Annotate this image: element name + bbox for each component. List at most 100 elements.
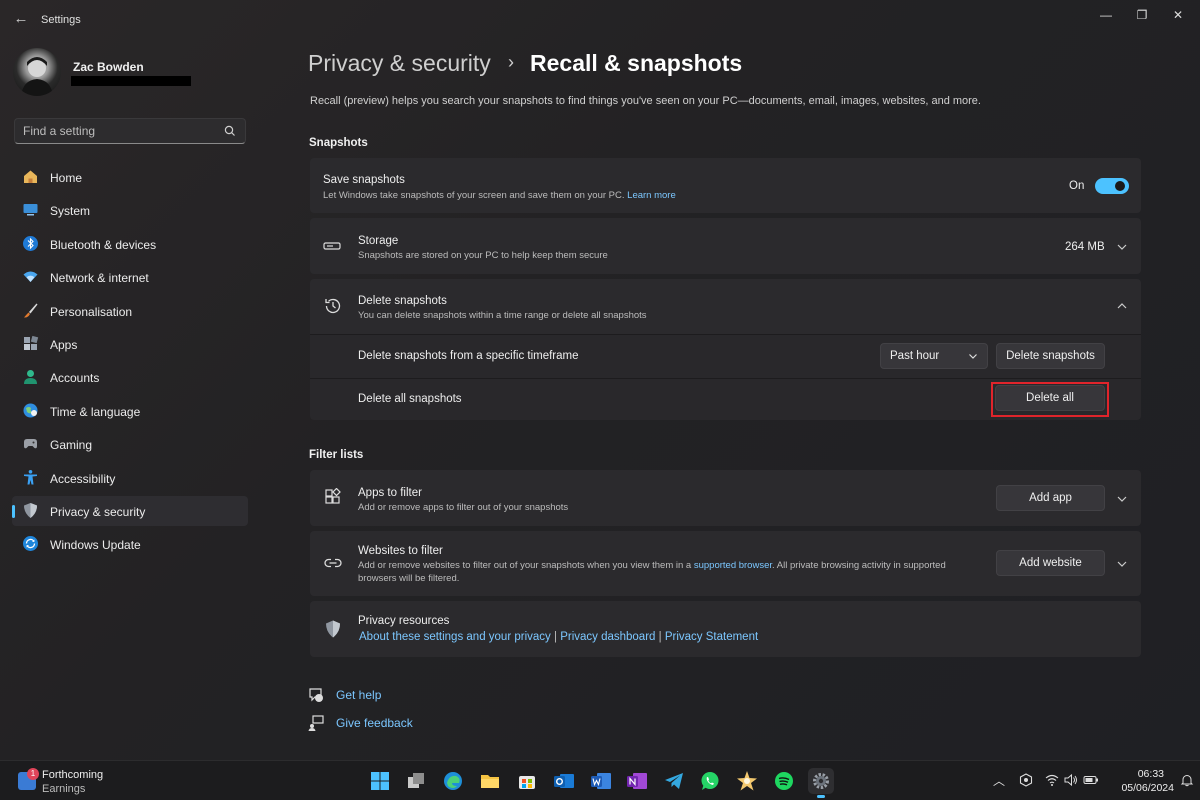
clock-time[interactable]: 06:33 [1138, 768, 1164, 780]
link-icon [324, 558, 342, 568]
edge-icon[interactable] [440, 768, 466, 794]
volume-icon[interactable] [1063, 773, 1079, 789]
notification-bell-icon[interactable] [1180, 773, 1194, 787]
avatar[interactable] [13, 48, 61, 96]
settings-icon[interactable] [808, 768, 834, 798]
sidebar-item-label: Home [50, 171, 83, 185]
sidebar-item-network[interactable]: Network & internet [12, 262, 248, 292]
sidebar-item-label: Network & internet [50, 271, 149, 286]
maximize-icon[interactable]: ❐ [1131, 6, 1153, 24]
profile-email-redacted [71, 76, 191, 86]
delete-snapshots-button[interactable]: Delete snapshots [996, 343, 1105, 369]
delete-timeframe-label: Delete snapshots from a specific timefra… [358, 350, 579, 362]
home-icon [24, 170, 37, 183]
sidebar-item-apps[interactable]: Apps [12, 329, 248, 359]
sidebar-item-label: Apps [50, 337, 78, 352]
minimize-icon[interactable]: — [1095, 6, 1117, 24]
privacy-statement-link[interactable]: Privacy Statement [665, 631, 758, 643]
sidebar-item-personalisation[interactable]: Personalisation [12, 296, 248, 326]
title-bar: ← Settings — ❐ ✕ [0, 0, 1200, 40]
start-icon[interactable] [367, 768, 393, 794]
chevron-up-icon[interactable]: ︿ [991, 773, 1007, 789]
photos-icon[interactable] [734, 768, 760, 794]
chevron-down-icon [969, 354, 977, 359]
storage-card[interactable]: Storage Snapshots are stored on your PC … [310, 218, 1141, 274]
sidebar-item-home[interactable]: Home [12, 162, 248, 192]
websites-to-filter-card[interactable]: Websites to filter Add or remove website… [310, 531, 1141, 596]
save-snapshots-desc: Let Windows take snapshots of your scree… [323, 190, 676, 201]
privacy-resources-title: Privacy resources [358, 615, 450, 627]
save-snapshots-toggle[interactable] [1095, 178, 1129, 194]
apps-to-filter-desc: Add or remove apps to filter out of your… [358, 502, 569, 513]
wifi-icon [23, 271, 38, 283]
sidebar-item-system[interactable]: System [12, 195, 248, 225]
file-explorer-icon[interactable] [477, 768, 503, 794]
sidebar-item-privacy-security[interactable]: Privacy & security [12, 495, 248, 526]
profile-name: Zac Bowden [73, 60, 144, 74]
section-title-snapshots: Snapshots [309, 137, 368, 149]
back-arrow-icon[interactable]: ← [12, 10, 30, 28]
sidebar-item-accessibility[interactable]: Accessibility [12, 463, 248, 493]
timeframe-dropdown-value: Past hour [890, 350, 940, 362]
word-icon[interactable] [588, 768, 614, 794]
add-website-button[interactable]: Add website [996, 550, 1105, 576]
close-icon[interactable]: ✕ [1167, 6, 1189, 24]
privacy-dashboard-link[interactable]: Privacy dashboard [560, 631, 655, 643]
spotify-icon[interactable] [771, 768, 797, 794]
apps-to-filter-title: Apps to filter [358, 487, 422, 499]
sidebar-nav: Home System Bluetooth & devices Network … [12, 162, 248, 563]
settings-window: ← Settings — ❐ ✕ Zac Bowden Home System [0, 0, 1200, 760]
link-separator: | [658, 631, 662, 643]
delete-all-label: Delete all snapshots [358, 393, 462, 405]
sidebar-item-gaming[interactable]: Gaming [12, 429, 248, 459]
widget-subtitle: Earnings [42, 783, 86, 795]
taskbar: 1 Forthcoming Earnings ︿ 06:33 05/06/202… [0, 760, 1200, 800]
search-icon[interactable] [223, 124, 237, 138]
sidebar-item-accounts[interactable]: Accounts [12, 362, 248, 392]
save-snapshots-card: Save snapshots Let Windows take snapshot… [310, 158, 1141, 213]
help-chat-icon [309, 688, 323, 702]
sidebar-item-label: Accounts [50, 371, 100, 386]
search-input[interactable] [23, 123, 213, 139]
storage-value: 264 MB [1065, 241, 1105, 253]
shield-icon [326, 620, 340, 638]
storage-drive-icon [323, 242, 341, 250]
clock-date[interactable]: 05/06/2024 [1121, 782, 1174, 794]
timeframe-dropdown[interactable]: Past hour [880, 343, 988, 369]
delete-snapshots-title: Delete snapshots [358, 295, 447, 307]
chevron-down-icon[interactable] [1116, 241, 1128, 253]
toggle-state-label: On [1069, 180, 1085, 192]
wifi-tray-icon[interactable] [1044, 773, 1060, 789]
task-view-icon[interactable] [403, 768, 429, 794]
learn-more-link[interactable]: Learn more [627, 190, 676, 201]
copilot-tray-icon[interactable] [1018, 773, 1034, 789]
feedback-icon [308, 715, 324, 731]
whatsapp-icon[interactable] [697, 768, 723, 794]
apps-to-filter-card[interactable]: Apps to filter Add or remove apps to fil… [310, 470, 1141, 526]
add-app-button[interactable]: Add app [996, 485, 1105, 511]
search-box[interactable] [14, 118, 246, 144]
breadcrumb-parent[interactable]: Privacy & security [308, 50, 491, 77]
battery-icon[interactable] [1083, 773, 1099, 789]
onenote-icon[interactable] [624, 768, 650, 794]
websites-to-filter-title: Websites to filter [358, 545, 443, 557]
red-highlight-box [991, 382, 1109, 417]
delete-snapshots-card[interactable]: Delete snapshots You can delete snapshot… [310, 279, 1141, 334]
about-settings-link[interactable]: About these settings and your privacy [359, 631, 551, 643]
supported-browser-link[interactable]: supported browser [694, 560, 772, 571]
telegram-icon[interactable] [661, 768, 687, 794]
sidebar-item-time-language[interactable]: Time & language [12, 396, 248, 426]
sidebar-item-bluetooth[interactable]: Bluetooth & devices [12, 229, 248, 259]
sidebar-item-label: Personalisation [50, 304, 133, 319]
widget-title: Forthcoming [42, 769, 104, 781]
sidebar-item-windows-update[interactable]: Windows Update [12, 529, 248, 559]
shield-icon [24, 502, 37, 518]
outlook-icon[interactable] [551, 768, 577, 794]
link-separator: | [553, 631, 557, 643]
chevron-down-icon[interactable] [1116, 493, 1128, 505]
chevron-down-icon[interactable] [1116, 558, 1128, 570]
widgets-button[interactable]: 1 Forthcoming Earnings [18, 768, 138, 796]
chevron-up-icon[interactable] [1116, 300, 1128, 312]
delete-timeframe-row: Delete snapshots from a specific timefra… [310, 335, 1141, 378]
store-icon[interactable] [514, 768, 540, 794]
